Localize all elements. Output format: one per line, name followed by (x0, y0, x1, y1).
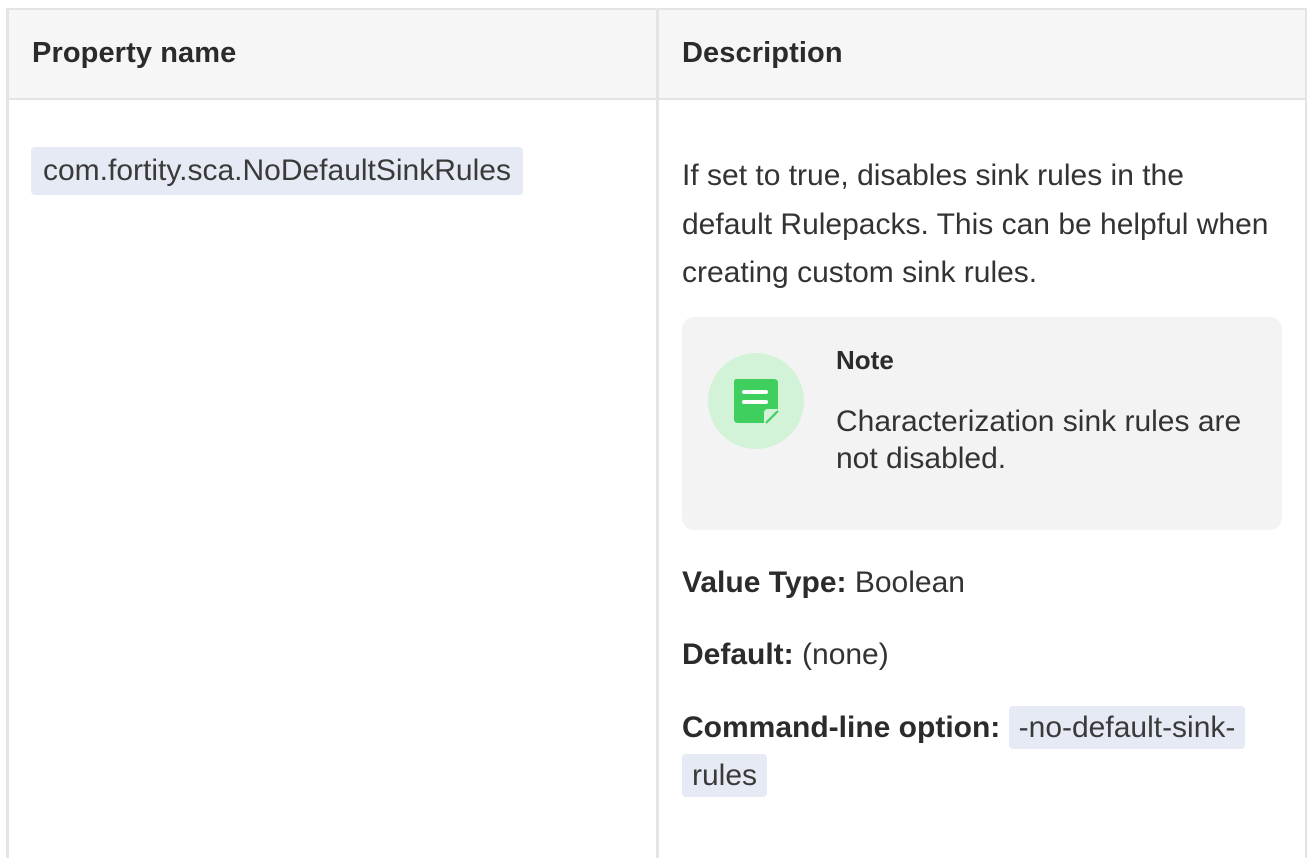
command-line-option-line: Command-line option: -no-default-sink-ru… (682, 704, 1282, 800)
note-callout: Note Characterization sink rules are not… (682, 317, 1282, 530)
note-icon (708, 353, 804, 449)
note-body: Characterization sink rules are not disa… (836, 405, 1242, 475)
command-line-option-label: Command-line option: (682, 711, 1001, 744)
note-icon-glyph (734, 379, 779, 424)
column-divider (656, 10, 659, 858)
default-line: Default: (none) (682, 638, 889, 672)
default-value: (none) (802, 638, 889, 671)
value-type-line: Value Type: Boolean (682, 566, 965, 600)
property-description: If set to true, disables sink rules in t… (682, 159, 1269, 289)
properties-table: Property name Description com.fortity.sc… (6, 8, 1307, 858)
property-name-code: com.fortity.sca.NoDefaultSinkRules (31, 147, 523, 195)
value-type-label: Value Type: (682, 566, 847, 599)
header-property-name: Property name (32, 37, 237, 69)
default-label: Default: (682, 638, 794, 671)
header-description: Description (682, 37, 843, 69)
note-title: Note (836, 345, 894, 375)
value-type-value: Boolean (854, 566, 965, 599)
